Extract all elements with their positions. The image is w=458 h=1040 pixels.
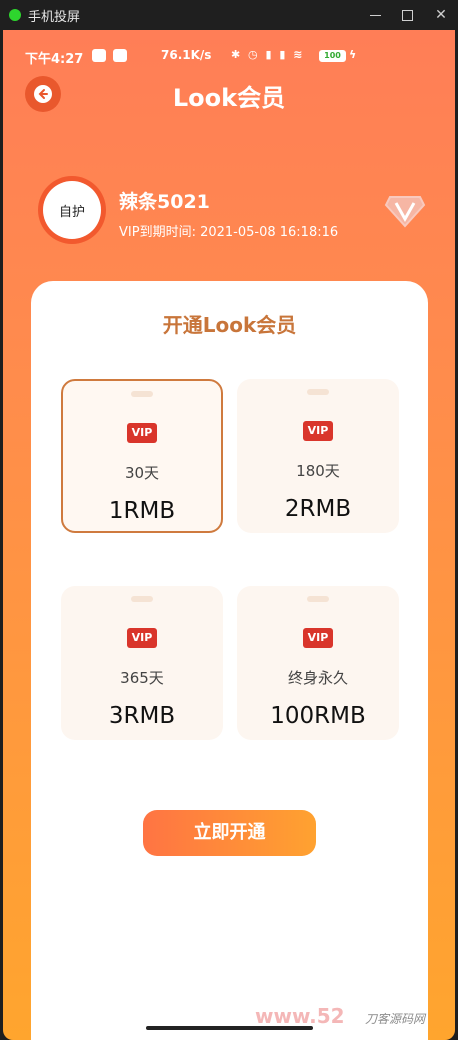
plan-duration: 30天 — [124, 464, 160, 482]
plan-tab — [307, 596, 329, 602]
membership-title: 开通Look会员 — [162, 313, 297, 337]
membership-card: 开通Look会员 VIP 30天 1RMB VIP 180天 2RMB VIP … — [31, 281, 428, 1040]
plan-duration: 终身永久 — [287, 669, 348, 687]
avatar-image: 自护 — [43, 181, 101, 239]
activate-now-button[interactable]: 立即开通 — [143, 810, 316, 856]
plan-price: 2RMB — [284, 496, 352, 522]
avatar[interactable]: 自护 — [38, 176, 106, 244]
status-time: 下午4:27 — [25, 52, 84, 67]
page-title: Look会员 — [172, 84, 286, 112]
close-button[interactable]: ✕ — [424, 0, 458, 30]
watermark-logo: 刀客源码网 — [365, 1012, 426, 1026]
plan-option-180-days[interactable]: VIP 180天 2RMB — [237, 379, 399, 533]
window-title: 手机投屏 — [28, 9, 81, 25]
phone-screen: 下午4:27 76.1K/s ✱ ◷ ▮ ▮ ≋ 100 ϟ Look会员 自护… — [3, 30, 455, 1040]
plan-price: 3RMB — [108, 703, 176, 729]
minimize-button[interactable] — [358, 0, 392, 30]
plan-option-30-days[interactable]: VIP 30天 1RMB — [61, 379, 223, 533]
plan-option-365-days[interactable]: VIP 365天 3RMB — [61, 586, 223, 740]
charging-icon: ϟ — [349, 48, 357, 61]
vip-badge: VIP — [127, 423, 157, 443]
vip-badge: VIP — [127, 628, 157, 648]
vip-badge: VIP — [303, 628, 333, 648]
window-titlebar: 手机投屏 ✕ — [0, 0, 458, 30]
plan-tab — [307, 389, 329, 395]
vip-v-icon — [384, 196, 426, 228]
notification-icon — [92, 49, 106, 62]
username: 辣条5021 — [119, 191, 210, 213]
app-status-icon — [9, 9, 21, 21]
plan-tab — [131, 391, 153, 397]
notification-icon — [113, 49, 127, 62]
maximize-button[interactable] — [390, 0, 424, 30]
plan-option-lifetime[interactable]: VIP 终身永久 100RMB — [237, 586, 399, 740]
signal-icons: ✱ ◷ ▮ ▮ ≋ — [231, 48, 305, 61]
battery-icon: 100 — [319, 50, 346, 62]
plan-tab — [131, 596, 153, 602]
status-bar: 下午4:27 76.1K/s ✱ ◷ ▮ ▮ ≋ 100 ϟ — [3, 30, 455, 67]
vip-expiry: VIP到期时间: 2021-05-08 16:18:16 — [119, 225, 339, 240]
plan-price: 1RMB — [108, 498, 176, 524]
vip-badge: VIP — [303, 421, 333, 441]
plan-duration: 365天 — [120, 669, 164, 687]
watermark-text: www.52 — [255, 1004, 345, 1028]
net-speed: 76.1K/s — [161, 48, 212, 62]
home-indicator[interactable] — [146, 1026, 313, 1030]
plan-price: 100RMB — [270, 703, 366, 729]
plan-duration: 180天 — [296, 462, 340, 480]
